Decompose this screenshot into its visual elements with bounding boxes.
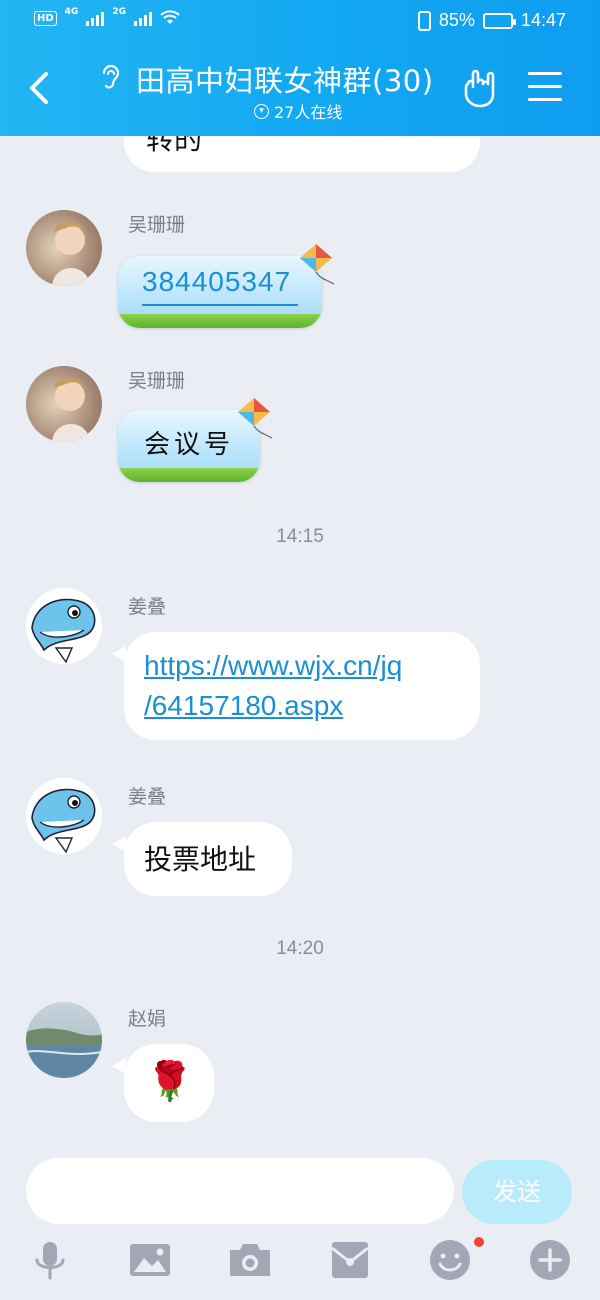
send-button[interactable]: 发送 [462, 1160, 572, 1224]
avatar-wu-shanshan[interactable] [26, 210, 102, 286]
message-text: 投票地址 [144, 843, 257, 876]
message-bubble[interactable]: 384405347 [118, 256, 322, 328]
link-underline [142, 304, 298, 306]
message-bubble[interactable]: https://www.wjx.cn/jq /64157180.aspx [112, 632, 480, 740]
hd-badge: HD [34, 10, 57, 26]
rose-emoji: 🌹 [146, 1059, 194, 1103]
signal-icon-2 [133, 10, 152, 26]
message-input[interactable] [26, 1158, 454, 1224]
menu-icon-bar [528, 85, 562, 88]
message-bubble[interactable]: 🌹 [112, 1044, 214, 1122]
mic-icon[interactable] [26, 1236, 74, 1284]
sender-name: 赵娟 [128, 1008, 167, 1030]
vibrate-icon [417, 10, 431, 31]
avatar-jiang-die[interactable] [26, 588, 102, 664]
notification-dot [474, 1237, 484, 1247]
avatar-image [26, 366, 102, 442]
network-type-2: 2G [112, 7, 126, 17]
status-bar-right: 85% 14:47 [417, 10, 566, 31]
link-line-1[interactable]: https://www.wjx.cn/jq [144, 646, 402, 686]
network-type-1: 4G [64, 7, 79, 17]
message-text[interactable]: 384405347 [142, 266, 291, 298]
input-toolbar [0, 1236, 600, 1292]
image-icon[interactable] [126, 1236, 174, 1284]
avatar-zhao-juan[interactable] [26, 1002, 102, 1078]
battery-icon [482, 12, 516, 29]
online-status[interactable]: ▾ 27人在线 [254, 99, 342, 123]
timestamp: 14:15 [276, 526, 324, 547]
menu-icon-bar [528, 98, 562, 101]
sender-name: 吴珊珊 [128, 370, 186, 392]
plus-icon[interactable] [526, 1236, 574, 1284]
clock: 14:47 [520, 10, 566, 30]
ear-icon[interactable] [98, 63, 124, 93]
page-title: 田高中妇联女神群(30) [136, 64, 434, 98]
sender-name: 姜叠 [128, 786, 167, 808]
back-button[interactable] [24, 66, 58, 110]
status-bar: HD 4G 2G 85% 14:47 [0, 0, 600, 42]
message-link[interactable]: https://www.wjx.cn/jq /64157180.aspx [144, 646, 402, 726]
avatar-wu-shanshan[interactable] [26, 366, 102, 442]
battery-percent: 85% [438, 10, 475, 30]
avatar-image [26, 778, 102, 854]
avatar-image [26, 588, 102, 664]
message-bubble[interactable]: 投票地址 [112, 822, 292, 896]
avatar-jiang-die[interactable] [26, 778, 102, 854]
link-line-2[interactable]: /64157180.aspx [144, 686, 402, 726]
timestamp: 14:20 [276, 938, 324, 959]
chat-area[interactable]: 转的 吴珊珊 384405347 吴珊珊 会议号 14:15 姜叠 https:… [0, 136, 600, 1152]
sender-name: 姜叠 [128, 596, 167, 618]
wifi-icon [160, 10, 180, 24]
kite-icon [238, 398, 273, 439]
camera-icon[interactable] [226, 1236, 274, 1284]
kite-icon [300, 244, 335, 285]
bubble-decoration [118, 314, 322, 328]
hand-gesture-icon[interactable] [460, 66, 502, 110]
message-text: 会议号 [144, 430, 235, 460]
online-count: 27人在线 [274, 103, 343, 122]
message-text: 转的 [146, 136, 203, 156]
avatar-image [26, 1002, 102, 1078]
bubble-decoration [118, 468, 260, 482]
chat-header: HD 4G 2G 85% 14:47 田高中妇联女神群(30) ▾ 27人在线 [0, 0, 600, 136]
emoji-icon[interactable] [426, 1236, 474, 1284]
menu-icon-bar [528, 72, 562, 75]
menu-icon[interactable] [528, 72, 566, 104]
avatar-image [26, 210, 102, 286]
message-bubble-partial[interactable]: 转的 [124, 136, 480, 172]
status-bar-left: HD 4G 2G [34, 7, 180, 26]
red-packet-icon[interactable] [326, 1236, 374, 1284]
signal-icon [86, 10, 105, 26]
sender-name: 吴珊珊 [128, 214, 186, 236]
chevron-down-icon: ▾ [254, 103, 269, 119]
